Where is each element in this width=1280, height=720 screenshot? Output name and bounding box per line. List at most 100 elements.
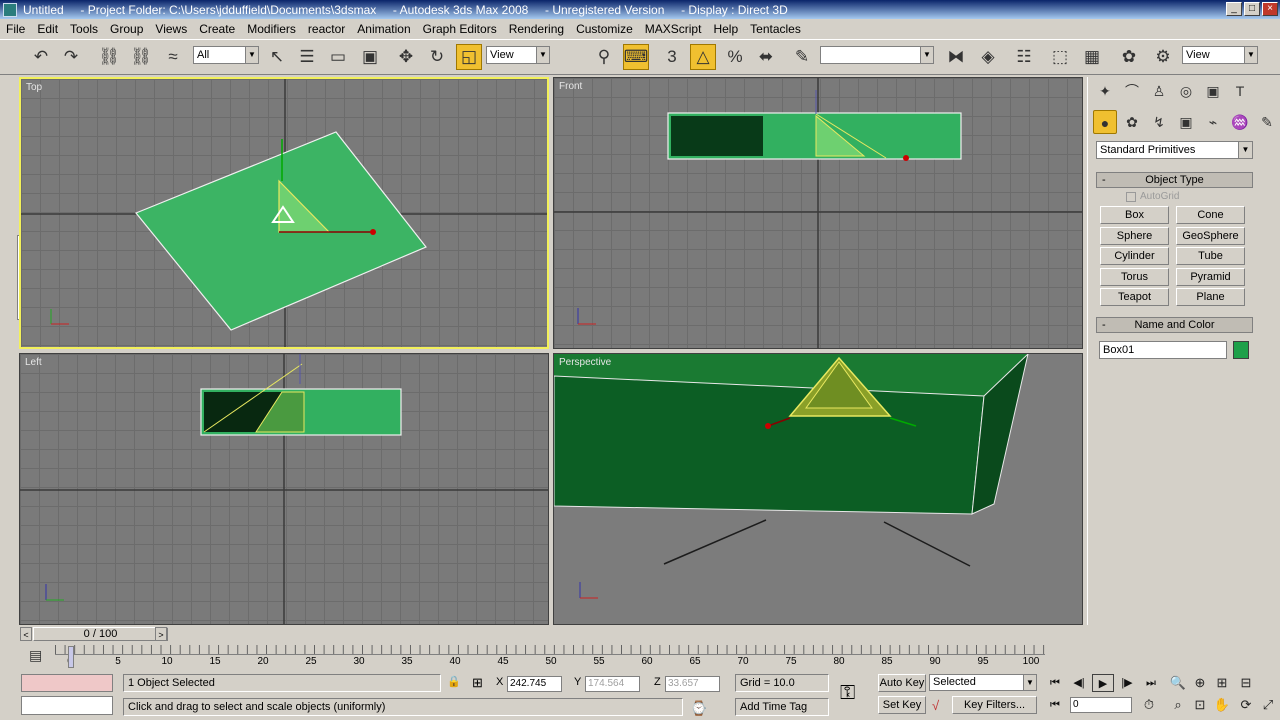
teapot-button[interactable]: Teapot: [1100, 288, 1169, 306]
rectangular-region-icon[interactable]: ▭: [325, 44, 351, 70]
undo-icon[interactable]: ↶: [28, 44, 54, 70]
cylinder-button[interactable]: Cylinder: [1100, 247, 1169, 265]
pan-view-icon[interactable]: ✋: [1212, 695, 1232, 715]
unlink-icon[interactable]: ⛓: [128, 44, 154, 70]
bind-space-warp-icon[interactable]: ≈: [160, 44, 186, 70]
viewport-label-top[interactable]: Top: [26, 82, 42, 93]
rotate-icon[interactable]: ↻: [424, 44, 450, 70]
lights-icon[interactable]: ↯: [1147, 110, 1171, 134]
x-coordinate-field[interactable]: 242.745: [507, 676, 562, 692]
absolute-mode-icon[interactable]: ⊞: [472, 675, 483, 691]
object-color-swatch[interactable]: [1233, 341, 1249, 359]
modify-tab-icon[interactable]: ⌒: [1120, 79, 1144, 103]
torus-button[interactable]: Torus: [1100, 268, 1169, 286]
set-key-button[interactable]: Set Key: [878, 696, 926, 714]
viewport-left[interactable]: Left: [19, 353, 549, 625]
box-front-face[interactable]: [554, 375, 985, 515]
zoom-region-icon[interactable]: ⊡: [1190, 695, 1210, 715]
layer-manager-icon[interactable]: ☷: [1011, 44, 1037, 70]
snaps-toggle-icon[interactable]: 3: [659, 44, 685, 70]
key-mode-dropdown[interactable]: Selected ▼: [929, 674, 1037, 691]
key-filters-button[interactable]: Key Filters...: [952, 696, 1037, 714]
curve-editor-icon[interactable]: ⬚: [1047, 44, 1073, 70]
next-frame-arrow[interactable]: >: [155, 627, 167, 641]
window-crossing-icon[interactable]: ▣: [357, 44, 383, 70]
lock-selection-icon[interactable]: 🔒: [447, 675, 461, 688]
menu-file[interactable]: File: [6, 22, 25, 36]
pyramid-button[interactable]: Pyramid: [1176, 268, 1245, 286]
select-object-icon[interactable]: ↖: [264, 44, 290, 70]
menu-tentacles[interactable]: Tentacles: [750, 22, 801, 36]
menu-reactor[interactable]: reactor: [308, 22, 345, 36]
field-of-view-icon[interactable]: ⌕: [1168, 695, 1188, 715]
z-coordinate-field[interactable]: 33.657: [665, 676, 720, 692]
percent-snap-icon[interactable]: %: [722, 44, 748, 70]
track-bar[interactable]: 0 5 10 15 20 25 30 35 40 45 50 55 60 65 …: [55, 645, 1045, 670]
angle-snap-icon[interactable]: △: [690, 44, 716, 70]
primitive-category-dropdown[interactable]: Standard Primitives ▼: [1096, 141, 1253, 159]
menu-maxscript[interactable]: MAXScript: [645, 22, 702, 36]
menu-rendering[interactable]: Rendering: [509, 22, 564, 36]
manipulate-icon[interactable]: ⚲: [591, 44, 617, 70]
box-button[interactable]: Box: [1100, 206, 1169, 224]
menu-create[interactable]: Create: [199, 22, 235, 36]
key-icon[interactable]: ⚿: [840, 682, 855, 705]
add-time-tag-button[interactable]: Add Time Tag: [735, 698, 829, 716]
menu-help[interactable]: Help: [713, 22, 738, 36]
menu-edit[interactable]: Edit: [37, 22, 58, 36]
align-icon[interactable]: ◈: [975, 44, 1001, 70]
goto-start-icon[interactable]: ⏮: [1044, 674, 1066, 692]
menu-views[interactable]: Views: [155, 22, 187, 36]
material-editor-icon[interactable]: ✿: [1116, 44, 1142, 70]
zoom-extents-all-icon[interactable]: ⊟: [1236, 673, 1256, 693]
link-icon[interactable]: ⛓: [96, 44, 122, 70]
select-by-name-icon[interactable]: ☰: [294, 44, 320, 70]
goto-end-icon[interactable]: ⏭: [1140, 674, 1162, 692]
viewport-perspective[interactable]: Perspective: [553, 353, 1083, 625]
maximize-viewport-icon[interactable]: ⤢: [1258, 695, 1278, 715]
viewport-top[interactable]: Top: [19, 77, 549, 349]
space-warps-icon[interactable]: ♒: [1228, 110, 1252, 134]
geosphere-button[interactable]: GeoSphere: [1176, 227, 1245, 245]
maxscript-listener-mini[interactable]: [21, 674, 113, 692]
menu-customize[interactable]: Customize: [576, 22, 633, 36]
cameras-icon[interactable]: ▣: [1174, 110, 1198, 134]
hierarchy-tab-icon[interactable]: ♙: [1147, 79, 1171, 103]
named-selection-dropdown[interactable]: ▼: [820, 46, 934, 64]
keyboard-shortcut-override-icon[interactable]: ⌨: [623, 44, 649, 70]
viewport-front[interactable]: Front: [553, 77, 1083, 349]
arc-rotate-icon[interactable]: ⟳: [1236, 695, 1256, 715]
time-configuration-icon[interactable]: ⏱: [1138, 696, 1160, 714]
geometry-icon[interactable]: ●: [1093, 110, 1117, 134]
auto-key-button[interactable]: Auto Key: [878, 674, 926, 692]
time-slider[interactable]: 0 / 100 < >: [20, 627, 1080, 641]
previous-frame-icon[interactable]: ◀|: [1068, 674, 1090, 692]
schematic-view-icon[interactable]: ▦: [1079, 44, 1105, 70]
viewport-label-left[interactable]: Left: [25, 357, 42, 368]
create-tab-icon[interactable]: ✦: [1093, 79, 1117, 103]
menu-group[interactable]: Group: [110, 22, 143, 36]
filmstrip-icon[interactable]: ▤: [29, 647, 49, 667]
edit-named-selection-icon[interactable]: ✎: [789, 44, 815, 70]
name-color-rollout-header[interactable]: - Name and Color: [1096, 317, 1253, 333]
menu-graph-editors[interactable]: Graph Editors: [423, 22, 497, 36]
cone-button[interactable]: Cone: [1176, 206, 1245, 224]
systems-icon[interactable]: ✎: [1255, 110, 1279, 134]
utilities-tab-icon[interactable]: T: [1228, 79, 1252, 103]
current-frame-field[interactable]: 0: [1070, 697, 1132, 713]
scale-icon[interactable]: ◱: [456, 44, 482, 70]
motion-tab-icon[interactable]: ◎: [1174, 79, 1198, 103]
sphere-button[interactable]: Sphere: [1100, 227, 1169, 245]
helpers-icon[interactable]: ⌁: [1201, 110, 1225, 134]
zoom-all-icon[interactable]: ⊕: [1190, 673, 1210, 693]
object-name-field[interactable]: Box01: [1099, 341, 1227, 359]
zoom-icon[interactable]: 🔍: [1168, 673, 1188, 693]
menu-animation[interactable]: Animation: [357, 22, 410, 36]
render-view-dropdown[interactable]: View ▼: [1182, 46, 1258, 64]
time-tag-icon[interactable]: ⌚: [690, 700, 707, 717]
current-frame-marker[interactable]: [68, 646, 74, 668]
autogrid-checkbox[interactable]: AutoGrid: [1126, 191, 1179, 202]
key-tangent-icon[interactable]: √: [932, 698, 939, 713]
render-setup-icon[interactable]: ⚙: [1150, 44, 1176, 70]
prev-frame-arrow[interactable]: <: [20, 627, 32, 641]
